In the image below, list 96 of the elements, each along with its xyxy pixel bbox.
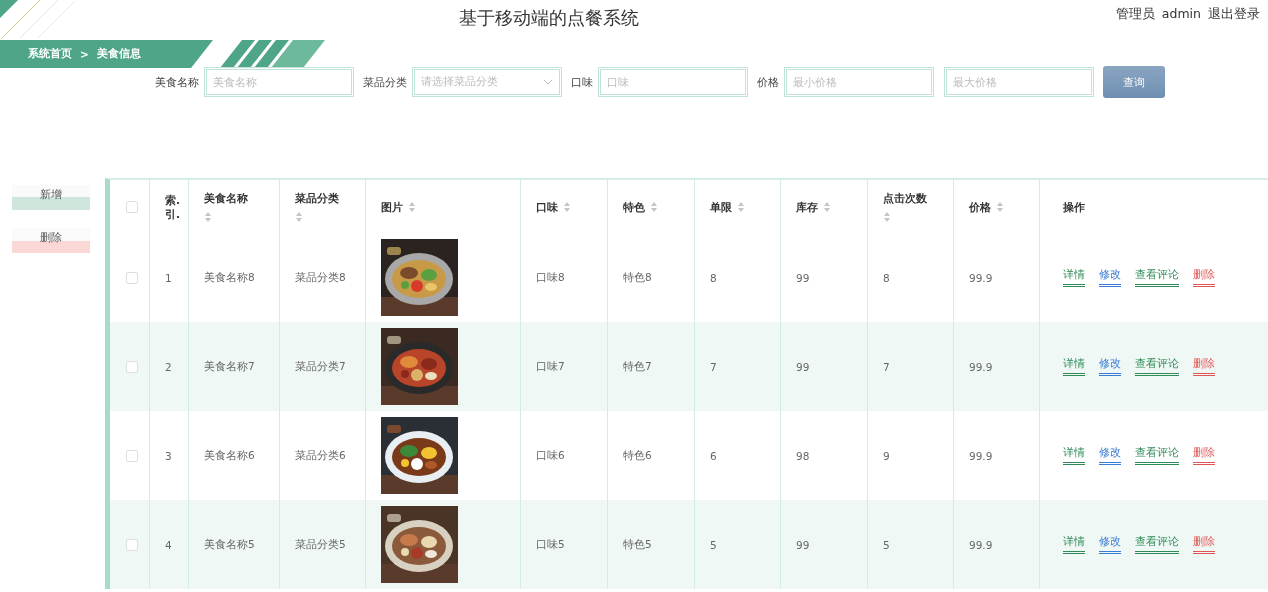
action-link[interactable]: 删除 [1193, 446, 1215, 465]
action-link[interactable]: 详情 [1063, 268, 1085, 287]
table-cell: 菜品分类8 [295, 270, 346, 285]
table-cell: 菜品分类7 [295, 359, 346, 374]
table-cell: 口味5 [536, 537, 565, 552]
table-cell: 99.9 [969, 360, 993, 373]
table-cell: 美食名称6 [204, 448, 255, 463]
filter-label: 美食名称 [155, 74, 199, 90]
action-link[interactable]: 修改 [1099, 357, 1121, 376]
checkbox[interactable] [126, 538, 138, 551]
sort-icon[interactable] [823, 200, 831, 213]
action-link[interactable]: 详情 [1063, 535, 1085, 554]
column-header[interactable]: 点击次数 [883, 190, 927, 205]
window-title: 基于移动端的点餐系统 [458, 6, 640, 30]
table-cell: 98 [796, 449, 810, 462]
input-field[interactable]: 美食名称 [204, 67, 354, 97]
column-header[interactable]: 库存 [796, 199, 818, 214]
logout-link[interactable]: 退出登录 [1208, 6, 1260, 23]
table-cell: 口味7 [536, 359, 565, 374]
table-cell: 99.9 [969, 538, 993, 551]
action-link[interactable]: 删除 [1193, 535, 1215, 554]
checkbox[interactable] [126, 200, 138, 213]
table-cell: 菜品分类6 [295, 448, 346, 463]
add-button[interactable]: 新增 [12, 185, 90, 210]
sort-icon[interactable] [996, 200, 1004, 213]
column-header[interactable]: 单限 [710, 199, 732, 214]
table-cell: 99 [796, 538, 810, 551]
filter-label: 菜品分类 [363, 74, 407, 90]
sort-icon[interactable] [295, 210, 303, 223]
table-cell: 7 [883, 360, 890, 373]
table-cell: 9 [883, 449, 890, 462]
column-header[interactable]: 价格 [969, 199, 991, 214]
sort-icon[interactable] [408, 200, 416, 213]
column-header[interactable]: 图片 [381, 199, 403, 214]
sort-icon[interactable] [737, 200, 745, 213]
column-header[interactable]: 菜品分类 [295, 190, 339, 205]
column-header: 索.引. [165, 192, 181, 221]
sort-icon[interactable] [563, 200, 571, 213]
table-cell: 特色6 [623, 448, 652, 463]
action-link[interactable]: 删除 [1193, 357, 1215, 376]
action-link[interactable]: 查看评论 [1135, 268, 1179, 287]
table-cell: 99 [796, 360, 810, 373]
checkbox[interactable] [126, 449, 138, 462]
table-cell: 美食名称7 [204, 359, 255, 374]
table-cell: 6 [710, 449, 717, 462]
table-cell: 特色5 [623, 537, 652, 552]
table-cell: 99 [796, 271, 810, 284]
table-cell: 3 [165, 449, 172, 462]
breadcrumb-separator: > [80, 48, 89, 60]
column-header[interactable]: 美食名称 [204, 190, 248, 205]
sort-icon[interactable] [650, 200, 658, 213]
breadcrumb-current: 美食信息 [96, 47, 141, 61]
delete-button[interactable]: 删除 [12, 228, 90, 253]
search-button[interactable]: 查询 [1103, 66, 1165, 98]
checkbox[interactable] [126, 360, 138, 373]
action-link[interactable]: 修改 [1099, 268, 1121, 287]
table-cell: 特色7 [623, 359, 652, 374]
table-cell: 1 [165, 271, 172, 284]
column-header[interactable]: 特色 [623, 199, 645, 214]
action-link[interactable]: 查看评论 [1135, 357, 1179, 376]
table-cell: 99.9 [969, 449, 993, 462]
sort-icon[interactable] [883, 210, 891, 223]
table-cell: 8 [710, 271, 717, 284]
column-header[interactable]: 口味 [536, 199, 558, 214]
table-cell: 特色8 [623, 270, 652, 285]
table-cell: 5 [883, 538, 890, 551]
user-name: admin [1161, 6, 1201, 23]
table-cell: 美食名称8 [204, 270, 255, 285]
table-cell: 99.9 [969, 271, 993, 284]
filter-label: 口味 [571, 74, 593, 90]
action-link[interactable]: 详情 [1063, 446, 1085, 465]
table-cell: 7 [710, 360, 717, 373]
table-cell: 2 [165, 360, 172, 373]
user-role: 管理员 [1115, 6, 1155, 23]
input-field[interactable]: 口味 [598, 67, 748, 97]
table-cell: 口味6 [536, 448, 565, 463]
input-field[interactable]: 最大价格 [944, 67, 1094, 97]
action-link[interactable]: 修改 [1099, 446, 1121, 465]
table-cell: 4 [165, 538, 172, 551]
action-link[interactable]: 删除 [1193, 268, 1215, 287]
sort-icon[interactable] [204, 210, 212, 223]
table-cell: 口味8 [536, 270, 565, 285]
input-field[interactable]: 最小价格 [784, 67, 934, 97]
table-cell: 美食名称5 [204, 537, 255, 552]
filter-label: 价格 [757, 74, 779, 90]
action-link[interactable]: 修改 [1099, 535, 1121, 554]
action-link[interactable]: 详情 [1063, 357, 1085, 376]
action-link[interactable]: 查看评论 [1135, 446, 1179, 465]
action-link[interactable]: 查看评论 [1135, 535, 1179, 554]
table-cell: 5 [710, 538, 717, 551]
column-header: 操作 [1063, 199, 1085, 214]
checkbox[interactable] [126, 271, 138, 284]
table-cell: 8 [883, 271, 890, 284]
chevron-down-icon [543, 79, 553, 85]
breadcrumb-link[interactable]: 系统首页 [28, 47, 72, 61]
table-cell: 菜品分类5 [295, 537, 346, 552]
